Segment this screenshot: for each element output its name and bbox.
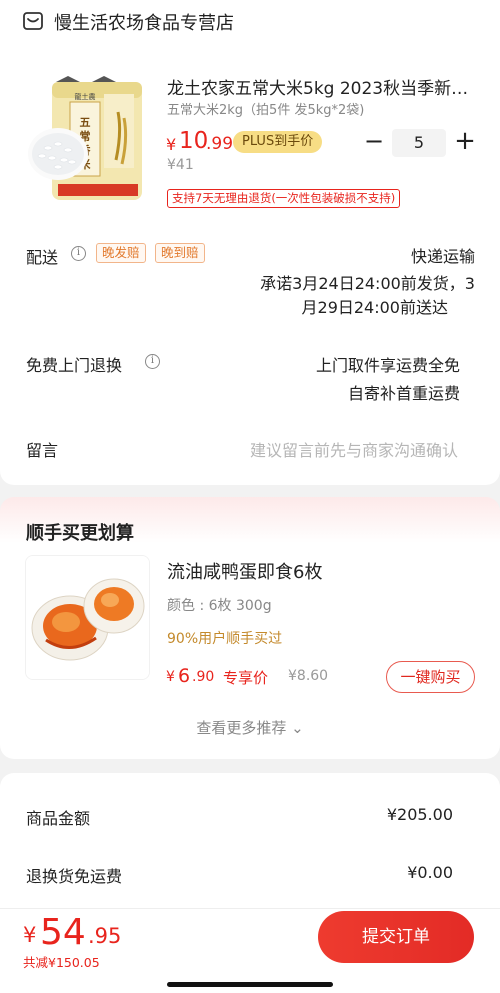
quantity-increase-button[interactable]: +: [453, 127, 477, 155]
summary-label-return-fee: 退换货免运费: [26, 867, 123, 886]
total-price-decimal: .95: [88, 924, 122, 948]
late-ship-tag: 晚发赔: [96, 243, 146, 263]
delivery-method[interactable]: 快递运输: [411, 243, 475, 267]
pickup-label: 免费上门退换: [26, 356, 123, 375]
product-spec[interactable]: 五常大米2kg（拍5件 发5kg*2袋): [167, 99, 364, 118]
one-click-buy-button[interactable]: 一键购买: [386, 661, 475, 693]
quantity-input[interactable]: 5: [392, 129, 446, 157]
delivery-promise-line1: 承诺3月24日24:00前发货，3: [260, 274, 475, 293]
order-card: 慢生活农场食品专营店 龍土農 五 常 香 米: [0, 0, 500, 485]
message-input[interactable]: 建议留言前先与商家沟通确认: [250, 437, 458, 461]
total-price-symbol: ¥: [23, 923, 37, 947]
recommend-price-integer: 6: [178, 665, 191, 687]
svg-text:五: 五: [80, 116, 91, 129]
recommend-item-name[interactable]: 流油咸鸭蛋即食6枚: [167, 558, 322, 584]
price-decimal: .99: [206, 134, 234, 154]
price-symbol: ¥: [166, 135, 177, 154]
recommend-item-image[interactable]: [25, 555, 150, 680]
summary-label-goods: 商品金额: [26, 809, 91, 828]
total-price-integer: 54: [40, 912, 86, 953]
shop-name[interactable]: 慢生活农场食品专营店: [54, 9, 234, 35]
bag-brand-text: 龍土農: [75, 92, 96, 101]
summary-value-return-fee: ¥0.00: [407, 863, 453, 882]
info-icon[interactable]: i: [145, 354, 160, 369]
total-saved[interactable]: 共减¥150.05: [23, 952, 100, 971]
delivery-promise-line2: 月29日24:00前送达: [301, 298, 448, 317]
return-policy-tag: 支持7天无理由退货(一次性包装破损不支持): [167, 189, 401, 208]
message-label: 留言: [26, 441, 59, 460]
summary-value-goods: ¥205.00: [386, 805, 453, 824]
delivery-label: 配送: [26, 248, 59, 267]
price-integer: 10: [179, 128, 209, 154]
submit-order-button[interactable]: 提交订单: [318, 911, 474, 963]
recommend-original-price: ¥8.60: [288, 668, 329, 684]
more-recommend-link[interactable]: 查看更多推荐 ⌄: [0, 717, 500, 738]
home-indicator: [167, 982, 333, 987]
late-arrive-tag: 晚到赔: [155, 243, 205, 263]
info-icon[interactable]: i: [71, 246, 86, 261]
recommend-section-title: 顺手买更划算: [26, 523, 134, 544]
recommend-price-decimal: .90: [192, 669, 215, 685]
quantity-decrease-button[interactable]: −: [363, 129, 385, 155]
recommend-price-label: 专享价: [223, 669, 269, 687]
summary-card: [0, 773, 500, 908]
product-image[interactable]: 龍土農 五 常 香 米: [22, 72, 152, 207]
checkout-bar: ¥ 54 .95 共减¥150.05 提交订单: [0, 908, 500, 993]
plus-price-badge: PLUS到手价: [233, 131, 323, 153]
store-icon: [23, 12, 43, 30]
original-price: ¥41: [167, 157, 194, 173]
recommend-price-symbol: ¥: [166, 669, 175, 685]
recommend-item-note: 90%用户顺手买过: [167, 631, 283, 647]
recommend-item-spec: 颜色 : 6枚 300g: [167, 598, 272, 614]
pickup-line2: 自寄补首重运费: [347, 384, 460, 403]
pickup-line1: 上门取件享运费全免: [315, 356, 460, 375]
product-title[interactable]: 龙土农家五常大米5kg 2023秋当季新米…: [167, 74, 479, 99]
